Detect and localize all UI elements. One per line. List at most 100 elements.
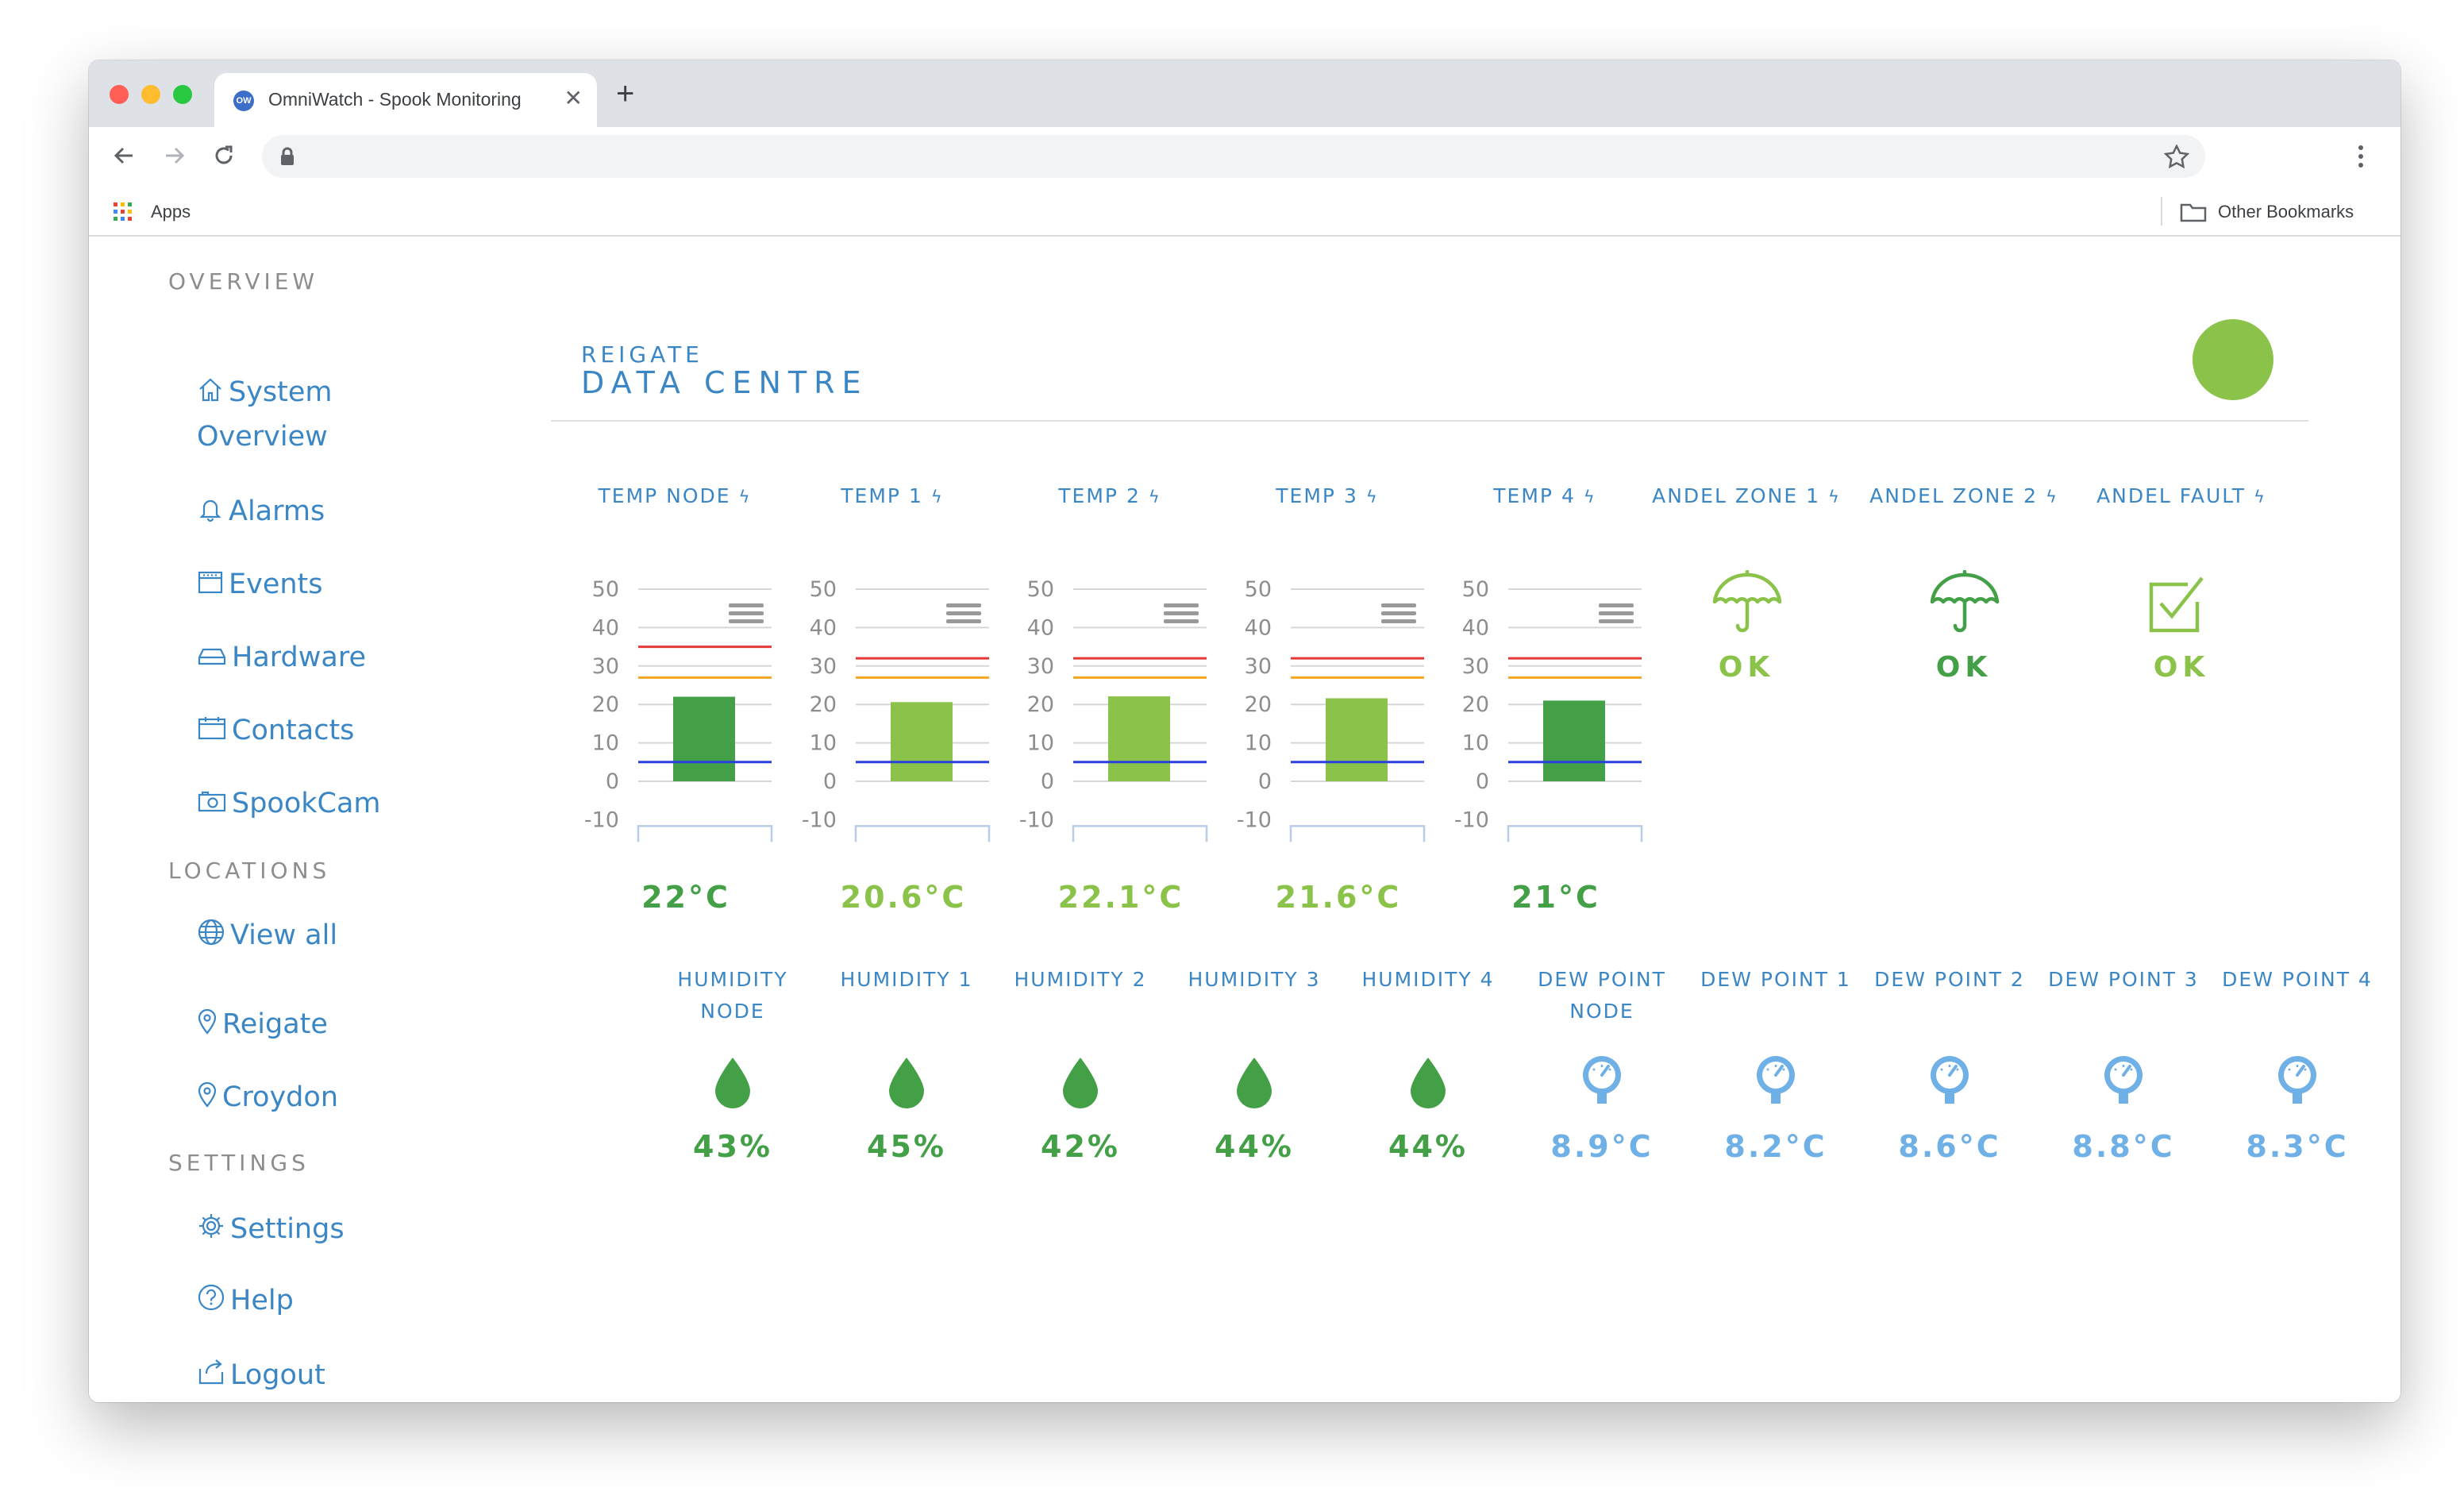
gauge-bar (891, 702, 953, 781)
sidebar-item-logout[interactable]: Logout (197, 1353, 325, 1397)
label-line: HUMIDITY 2 (1014, 968, 1147, 991)
chart-menu-icon[interactable] (1164, 603, 1199, 623)
umbrella-icon (1712, 570, 1782, 633)
sidebar-item-alarms[interactable]: Alarms (197, 489, 325, 534)
sidebar-item-help[interactable]: Help (197, 1278, 294, 1323)
sidebar-item-label: SpookCam (232, 788, 381, 819)
address-bar[interactable] (262, 135, 2205, 178)
sensor-label: ANDEL ZONE 1 ϟ (1643, 484, 1850, 507)
maximize-window-button[interactable] (173, 85, 192, 104)
bookmark-star-icon[interactable] (2164, 145, 2189, 168)
page-title: DATA CENTRE (581, 365, 868, 400)
logout-icon (198, 1359, 224, 1385)
label-line: DEW POINT 4 (2222, 968, 2373, 991)
gauge-tick-label: 50 (1462, 577, 1489, 602)
label-line: HUMIDITY (677, 968, 788, 991)
gauge-tick-label: 50 (592, 577, 619, 602)
chart-menu-icon[interactable] (729, 603, 764, 623)
forward-button[interactable] (157, 138, 192, 173)
label-line: HUMIDITY 1 (840, 968, 973, 991)
zone-status: OK (1718, 651, 1775, 684)
sensor-label: TEMP 4 ϟ (1457, 484, 1632, 507)
humidity-reading: 44% (1388, 1129, 1468, 1164)
gauge-bottom-bracket (854, 825, 991, 842)
camera-icon (198, 791, 226, 812)
sidebar-item-label: Hardware (232, 642, 366, 673)
minimize-window-button[interactable] (141, 85, 160, 104)
humidity-label: HUMIDITY 4 (1345, 964, 1511, 996)
label-line: NODE (1569, 1000, 1634, 1023)
chart-menu-icon[interactable] (1381, 603, 1416, 623)
sidebar-item-events[interactable]: Events (197, 562, 323, 607)
pressure-gauge-icon (1757, 1056, 1795, 1104)
reload-button[interactable] (206, 138, 241, 173)
label-line: NODE (700, 1000, 765, 1023)
gauge-bottom-bracket (1289, 825, 1426, 842)
label-line: DEW POINT 1 (1700, 968, 1851, 991)
umbrella-icon (1930, 570, 2000, 633)
gauge-tick-label: 20 (1027, 692, 1054, 717)
contacts-icon (198, 717, 226, 740)
gauge-bar (673, 696, 735, 781)
back-button[interactable] (106, 138, 141, 173)
apps-link[interactable]: Apps (151, 202, 191, 222)
map-pin-icon (198, 1081, 217, 1108)
close-window-button[interactable] (110, 85, 129, 104)
sidebar-item-spookcam[interactable]: SpookCam (197, 781, 381, 826)
page-content: OVERVIEW System Overview Alarms Events H… (89, 237, 2400, 1402)
chart-menu-icon[interactable] (1599, 603, 1634, 623)
water-drop-icon (1063, 1058, 1098, 1108)
lightning-icon: ϟ (1365, 488, 1379, 507)
sidebar-item-label: Reigate (222, 1008, 328, 1040)
lightning-icon: ϟ (930, 488, 944, 507)
sidebar-item-settings[interactable]: Settings (197, 1207, 345, 1251)
sidebar-item-label: Alarms (229, 495, 325, 527)
gauge-tick-label: 40 (1462, 615, 1489, 640)
water-drop-icon (1237, 1058, 1272, 1108)
arrow-left-icon (114, 147, 133, 164)
gauge-tick-label: 30 (592, 654, 619, 679)
favicon-icon: OW (233, 91, 254, 111)
tab-close-icon[interactable]: ✕ (564, 86, 583, 111)
temp-reading: 21.6°C (1275, 880, 1402, 915)
temp-gauge: 50 40 30 20 10 0 -10 (1237, 577, 1426, 842)
sensor-label-text: ANDEL ZONE 1 (1652, 484, 1821, 507)
gauge-tick-label: 30 (1245, 654, 1272, 679)
humidity-label: HUMIDITY 3 (1171, 964, 1338, 996)
gauge-tick-label: 40 (1245, 615, 1272, 640)
chart-menu-icon[interactable] (946, 603, 981, 623)
bookmarks-divider (2161, 197, 2162, 225)
sidebar-item-view-all[interactable]: View all (197, 913, 337, 958)
sidebar-item-reigate[interactable]: Reigate (197, 1002, 328, 1046)
dew-point-reading: 8.2°C (1724, 1129, 1827, 1164)
sidebar-item-contacts[interactable]: Contacts (197, 708, 354, 753)
header-divider (551, 420, 2308, 422)
sensor-label: ANDEL FAULT ϟ (2078, 484, 2285, 507)
tab-omniwatch[interactable]: OW OmniWatch - Spook Monitoring ✕ (214, 73, 597, 127)
gauge-tick-label: 40 (592, 615, 619, 640)
location-subtitle: REIGATE (581, 341, 703, 368)
sensor-label-text: TEMP 1 (841, 484, 923, 507)
browser-window: OW OmniWatch - Spook Monitoring ✕ + Apps (89, 60, 2400, 1402)
new-tab-button[interactable]: + (616, 78, 634, 110)
checkbox-icon (2149, 576, 2204, 633)
globe-icon (198, 919, 225, 946)
apps-grid-icon[interactable] (113, 202, 133, 222)
sidebar-item-label: Settings (230, 1213, 345, 1245)
sensor-label-text: TEMP 2 (1058, 484, 1141, 507)
gauge-bottom-bracket (1072, 825, 1208, 842)
other-bookmarks-link[interactable]: Other Bookmarks (2218, 202, 2354, 222)
sidebar-item-system-overview[interactable]: System Overview (197, 370, 372, 459)
more-vertical-icon[interactable] (2356, 143, 2366, 170)
gauge-tick-label: -10 (802, 807, 837, 832)
arrow-right-icon (166, 147, 185, 164)
gauge-tick-label: -10 (1019, 807, 1054, 832)
sensor-label-text: ANDEL ZONE 2 (1869, 484, 2039, 507)
gauge-tick-label: 0 (823, 769, 837, 794)
zone-status: OK (2153, 651, 2210, 684)
dew-point-label: DEW POINT NODE (1519, 964, 1685, 1027)
sidebar-item-hardware[interactable]: Hardware (197, 635, 366, 680)
map-pin-icon (198, 1008, 217, 1035)
gauge-tick-label: -10 (1454, 807, 1489, 832)
sidebar-item-croydon[interactable]: Croydon (197, 1075, 338, 1120)
